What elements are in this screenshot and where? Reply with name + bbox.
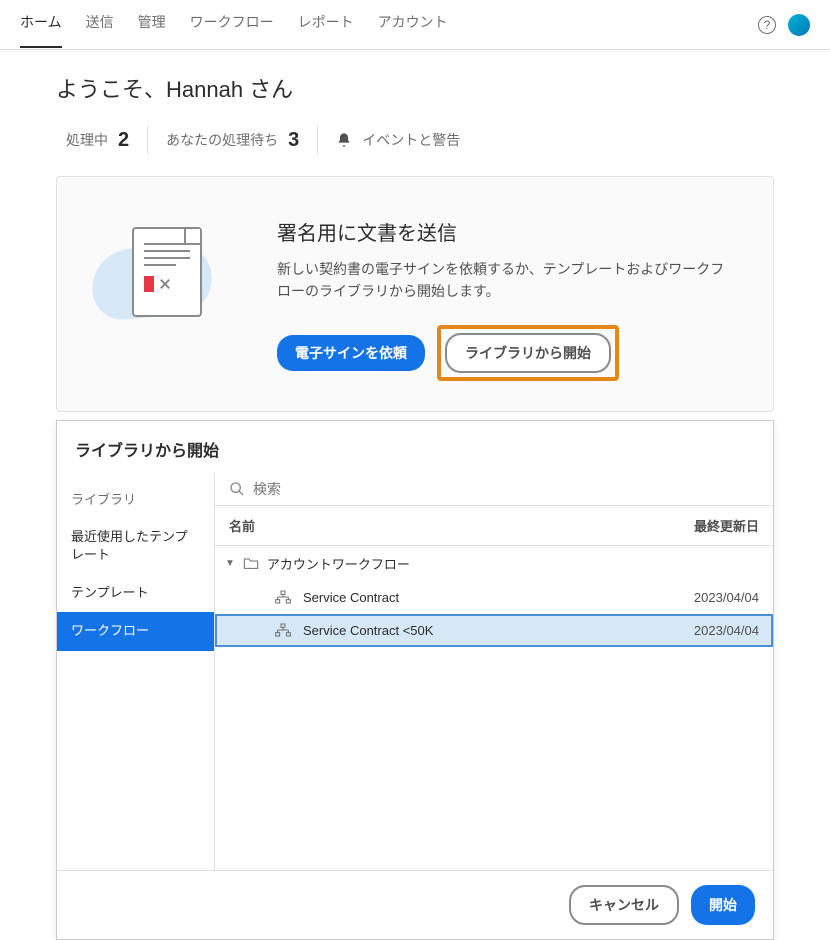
row-label: Service Contract <50K bbox=[303, 623, 647, 638]
nav-tab-report[interactable]: レポート bbox=[298, 12, 354, 48]
col-head-date[interactable]: 最終更新日 bbox=[659, 516, 759, 535]
workflow-icon bbox=[275, 590, 291, 604]
request-signature-button[interactable]: 電子サインを依頼 bbox=[277, 335, 425, 371]
modal-footer: キャンセル 開始 bbox=[57, 870, 773, 939]
nav-tab-manage[interactable]: 管理 bbox=[138, 12, 166, 48]
tree-group-row[interactable]: ▼ アカウントワークフロー bbox=[215, 546, 773, 581]
chevron-down-icon: ▼ bbox=[225, 558, 235, 569]
hero-title: 署名用に文書を送信 bbox=[277, 217, 733, 246]
modal-title: ライブラリから開始 bbox=[57, 421, 773, 473]
col-head-name[interactable]: 名前 bbox=[229, 516, 659, 535]
hero-buttons: 電子サインを依頼 ライブラリから開始 bbox=[277, 325, 733, 381]
row-date: 2023/04/04 bbox=[659, 623, 759, 638]
stat-in-progress[interactable]: 処理中 2 bbox=[56, 129, 147, 152]
table-row[interactable]: Service Contract <50K 2023/04/04 bbox=[215, 614, 773, 647]
start-from-library-button[interactable]: ライブラリから開始 bbox=[445, 333, 611, 373]
sidebar-group-label: ライブラリ bbox=[57, 473, 214, 518]
highlight-box: ライブラリから開始 bbox=[437, 325, 619, 381]
sidebar-item-recent[interactable]: 最近使用したテンプレート bbox=[57, 518, 214, 574]
document-icon bbox=[132, 227, 202, 317]
stat-in-progress-label: 処理中 bbox=[66, 130, 108, 150]
stat-in-progress-value: 2 bbox=[118, 129, 129, 152]
modal-body: ライブラリ 最近使用したテンプレート テンプレート ワークフロー 名前 最終更新… bbox=[57, 473, 773, 870]
hero-desc: 新しい契約書の電子サインを依頼するか、テンプレートおよびワークフローのライブラリ… bbox=[277, 258, 733, 303]
library-modal: ライブラリから開始 ライブラリ 最近使用したテンプレート テンプレート ワークフ… bbox=[56, 420, 774, 940]
tree-group-label: アカウントワークフロー bbox=[267, 554, 410, 573]
nav-tabs: ホーム 送信 管理 ワークフロー レポート アカウント bbox=[20, 12, 758, 48]
table-row[interactable]: Service Contract 2023/04/04 bbox=[215, 581, 773, 614]
row-label: Service Contract bbox=[303, 590, 647, 605]
folder-icon bbox=[243, 556, 259, 570]
search-input[interactable] bbox=[253, 481, 759, 497]
hero-text: 署名用に文書を送信 新しい契約書の電子サインを依頼するか、テンプレートおよびワー… bbox=[277, 217, 733, 381]
modal-main: 名前 最終更新日 ▼ アカウントワークフロー Service Contract … bbox=[215, 473, 773, 870]
nav-tab-home[interactable]: ホーム bbox=[20, 12, 62, 48]
hero-illustration bbox=[97, 217, 237, 327]
stat-waiting[interactable]: あなたの処理待ち 3 bbox=[148, 129, 317, 152]
stat-events-label: イベントと警告 bbox=[362, 130, 460, 150]
search-row bbox=[215, 473, 773, 506]
nav-tab-send[interactable]: 送信 bbox=[86, 12, 114, 48]
stats-row: 処理中 2 あなたの処理待ち 3 イベントと警告 bbox=[0, 112, 830, 176]
stat-waiting-value: 3 bbox=[288, 129, 299, 152]
avatar[interactable] bbox=[788, 14, 810, 36]
start-button[interactable]: 開始 bbox=[691, 885, 755, 925]
table-head: 名前 最終更新日 bbox=[215, 506, 773, 546]
sidebar-item-workflows[interactable]: ワークフロー bbox=[57, 612, 214, 650]
workflow-icon bbox=[275, 623, 291, 637]
stat-events[interactable]: イベントと警告 bbox=[318, 130, 478, 150]
bell-icon bbox=[336, 132, 352, 148]
hero-card: 署名用に文書を送信 新しい契約書の電子サインを依頼するか、テンプレートおよびワー… bbox=[56, 176, 774, 412]
nav-tab-account[interactable]: アカウント bbox=[378, 12, 448, 48]
welcome-heading: ようこそ、Hannah さん bbox=[0, 50, 830, 112]
search-icon bbox=[229, 481, 245, 497]
cancel-button[interactable]: キャンセル bbox=[569, 885, 679, 925]
stat-waiting-label: あなたの処理待ち bbox=[166, 130, 278, 150]
top-nav: ホーム 送信 管理 ワークフロー レポート アカウント ? bbox=[0, 0, 830, 50]
nav-tab-workflow[interactable]: ワークフロー bbox=[190, 12, 274, 48]
row-date: 2023/04/04 bbox=[659, 590, 759, 605]
table-body: ▼ アカウントワークフロー Service Contract 2023/04/0… bbox=[215, 546, 773, 870]
modal-sidebar: ライブラリ 最近使用したテンプレート テンプレート ワークフロー bbox=[57, 473, 215, 870]
help-icon[interactable]: ? bbox=[758, 16, 776, 34]
nav-right: ? bbox=[758, 14, 810, 46]
sidebar-item-templates[interactable]: テンプレート bbox=[57, 574, 214, 612]
